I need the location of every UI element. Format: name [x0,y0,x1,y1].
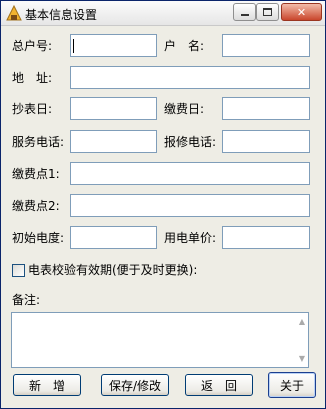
about-button[interactable]: 关于 [268,372,316,398]
minimize-button[interactable] [233,3,256,21]
initial-reading-label: 初始电度: [12,231,65,245]
close-icon: ✕ [296,5,307,19]
basic-info-settings-window: 基本信息设置 ✕ 总户号: 户 名: 地 址: 抄表日: 缴费日: 服务电话: … [0,0,326,409]
account-no-label: 总户号: [12,39,53,53]
payment-day-input[interactable] [222,97,310,120]
account-no-input[interactable] [70,34,157,57]
repair-phone-input[interactable] [222,130,310,153]
save-edit-button[interactable]: 保存/修改 [101,374,169,396]
service-phone-label: 服务电话: [12,135,65,149]
scroll-up-icon[interactable]: ▲ [299,318,305,326]
household-name-input[interactable] [222,34,310,57]
unit-price-input[interactable] [222,226,310,249]
service-phone-input[interactable] [70,130,157,153]
add-button[interactable]: 新 增 [13,374,81,396]
address-label: 地 址: [12,71,53,85]
repair-phone-label: 报修电话: [164,135,217,149]
scroll-down-icon[interactable]: ▼ [299,355,305,363]
minimize-icon [240,14,249,16]
back-button[interactable]: 返 回 [185,374,253,396]
meter-reading-day-input[interactable] [70,97,157,120]
window-title: 基本信息设置 [25,8,98,22]
household-name-label: 户 名: [164,39,205,53]
meter-reading-day-label: 抄表日: [12,102,53,116]
payment-point2-input[interactable] [70,194,310,217]
payment-point1-input[interactable] [70,162,310,185]
address-input[interactable] [70,66,310,89]
app-icon [6,4,22,21]
maximize-button[interactable] [256,3,279,21]
payment-day-label: 缴费日: [164,102,205,116]
unit-price-label: 用电单价: [164,231,217,245]
payment-point1-label: 缴费点1: [12,167,60,181]
maximize-icon [263,8,272,16]
title-bar[interactable]: 基本信息设置 ✕ [1,1,325,26]
meter-validity-label: 电表校验有效期(便于及时更换): [28,263,198,277]
meter-validity-checkbox[interactable] [12,264,25,277]
initial-reading-input[interactable] [70,226,157,249]
remarks-label: 备注: [12,293,41,307]
close-button[interactable]: ✕ [281,3,322,21]
text-caret [73,39,74,53]
remarks-textarea[interactable]: ▲ ▼ [11,312,309,368]
payment-point2-label: 缴费点2: [12,199,60,213]
